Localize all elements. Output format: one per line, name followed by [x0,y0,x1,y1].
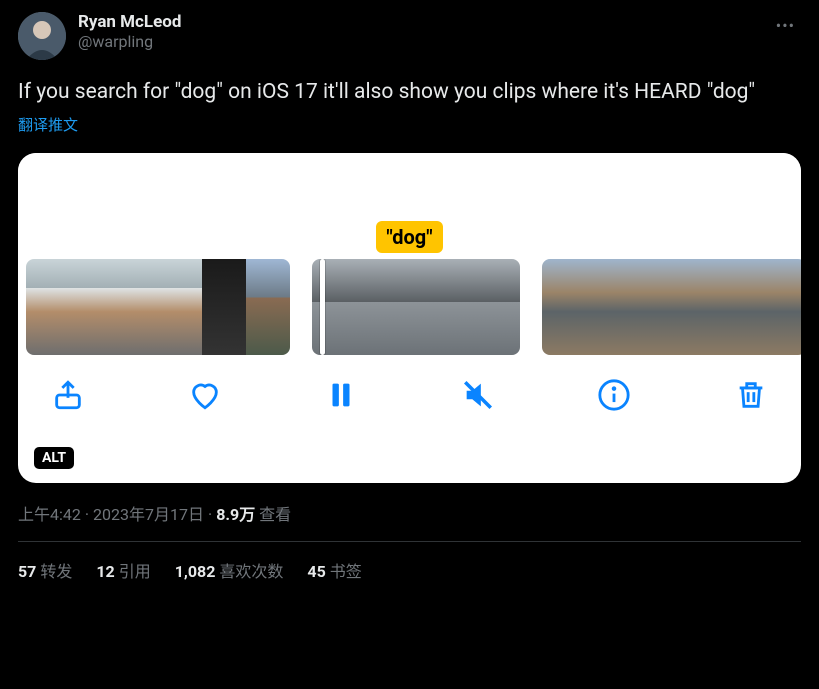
bookmarks-stat[interactable]: 45书签 [307,558,361,582]
display-name[interactable]: Ryan McLeod [78,12,770,32]
translate-link[interactable]: 翻译推文 [18,114,801,135]
views-count[interactable]: 8.9万 [216,505,255,524]
thumbnail [674,259,718,355]
thumbnail [542,259,586,355]
share-icon[interactable] [46,373,90,417]
thumbnail [468,259,520,355]
media-toolbar [18,355,801,417]
thumbnail [246,259,290,355]
views-label: 查看 [259,505,291,524]
tweet-date[interactable]: 2023年7月17日 [93,505,204,524]
avatar[interactable] [18,12,66,60]
thumbnail [586,259,630,355]
clip-group[interactable] [542,259,801,355]
retweets-stat[interactable]: 57转发 [18,558,72,582]
clip-group[interactable] [312,259,520,355]
video-timeline[interactable] [18,259,801,355]
thumbnail [364,259,416,355]
thumbnail [416,259,468,355]
user-block: Ryan McLeod @warpling [78,12,770,52]
more-icon[interactable]: ••• [770,12,801,39]
thumbnail [202,259,246,355]
thumbnail [630,259,674,355]
info-icon[interactable] [592,373,636,417]
mute-icon[interactable] [456,373,500,417]
user-handle[interactable]: @warpling [78,32,770,52]
pause-icon[interactable] [319,373,363,417]
thumbnail [26,259,70,355]
search-tag: "dog" [376,221,442,253]
tweet-container: Ryan McLeod @warpling ••• If you search … [0,0,819,582]
tweet-stats: 57转发 12引用 1,082喜欢次数 45书签 [18,542,801,582]
likes-stat[interactable]: 1,082喜欢次数 [175,558,284,582]
clip-group[interactable] [26,259,290,355]
tweet-header: Ryan McLeod @warpling ••• [18,12,801,60]
alt-badge[interactable]: ALT [34,447,74,469]
search-tag-wrap: "dog" [18,221,801,259]
thumbnail [158,259,202,355]
thumbnail [718,259,762,355]
tweet-time[interactable]: 上午4:42 [18,505,81,524]
thumbnail [762,259,801,355]
tweet-meta: 上午4:42·2023年7月17日·8.9万 查看 [18,501,801,525]
media-whitespace [18,153,801,221]
thumbnail [70,259,114,355]
tweet-text: If you search for "dog" on iOS 17 it'll … [18,78,801,106]
playhead[interactable] [320,259,325,355]
thumbnail [114,259,158,355]
quotes-stat[interactable]: 12引用 [96,558,150,582]
heart-icon[interactable] [183,373,227,417]
media-card[interactable]: "dog" [18,153,801,483]
trash-icon[interactable] [729,373,773,417]
